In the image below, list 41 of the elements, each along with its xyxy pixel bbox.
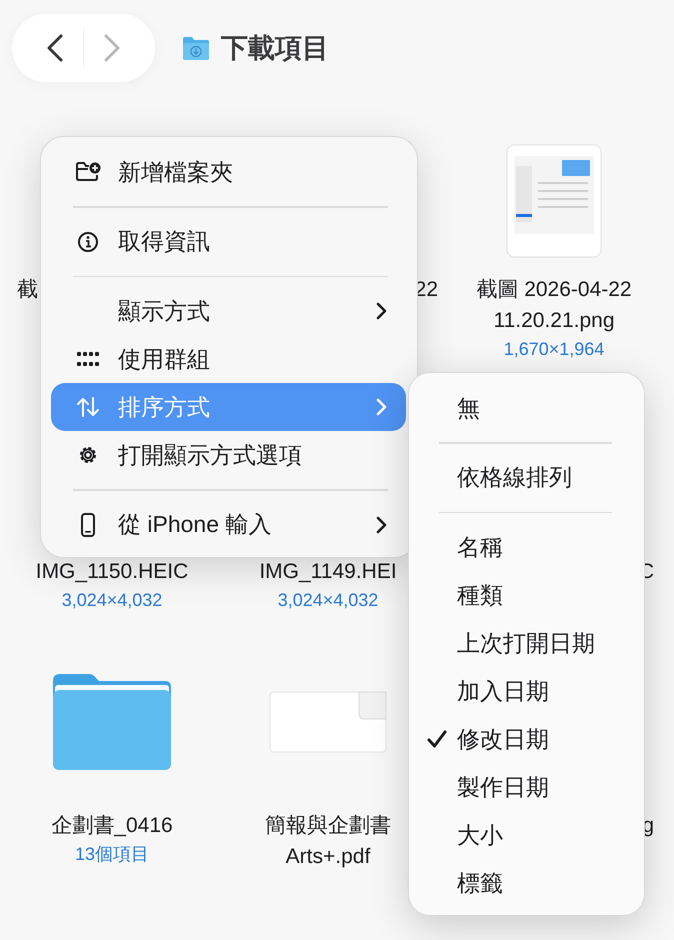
file-name: 截	[17, 277, 38, 303]
menu-item[interactable]: 種類	[409, 571, 644, 619]
file-name: 截圖 2026-04-22	[476, 277, 632, 303]
file-name: IMG_1150.HEIC	[36, 559, 188, 585]
menu-item[interactable]: 製作日期	[409, 763, 644, 811]
settings-icon	[77, 444, 99, 466]
sort-icon	[76, 396, 100, 418]
grid-icon	[76, 349, 100, 369]
menu-item[interactable]: 上次打開日期	[409, 619, 644, 667]
menu-item[interactable]: 無	[409, 384, 644, 432]
info-icon	[77, 230, 99, 252]
file-detail: 3,024×4,032	[278, 589, 378, 612]
folder-title: 下載項目	[221, 32, 329, 65]
menu-item[interactable]: 顯示方式	[51, 287, 406, 335]
menu-item[interactable]: 大小	[409, 811, 644, 859]
menu-item[interactable]: 修改日期	[409, 715, 644, 763]
menu-item[interactable]: 使用群組	[51, 335, 406, 383]
file-detail: 3,024×4,032	[62, 589, 162, 612]
file-detail: 13個項目	[74, 843, 150, 866]
screenshot-thumbnail[interactable]	[506, 144, 602, 258]
menu-item[interactable]: 打開顯示方式選項	[51, 431, 406, 479]
file-name: 11.20.21.png	[493, 308, 615, 334]
menu-item[interactable]: 加入日期	[409, 667, 644, 715]
file-name: Arts+.pdf	[286, 844, 370, 870]
file-name: 簡報與企劃書	[265, 813, 391, 839]
menu-item[interactable]: 從 iPhone 輸入	[51, 500, 406, 548]
back-icon	[45, 33, 65, 63]
menu-item[interactable]: 名稱	[409, 523, 644, 571]
forward-icon	[102, 33, 122, 63]
menu-item[interactable]: 取得資訊	[51, 218, 406, 266]
menu-item[interactable]: 新增檔案夾	[51, 148, 406, 196]
phone-icon	[80, 512, 96, 536]
menu-item[interactable]: 依格線排列	[409, 454, 644, 502]
file-detail: 1,670×1,964	[504, 338, 604, 361]
menu-item[interactable]: 標籤	[409, 859, 644, 907]
file-name: 企劃書_0416	[51, 813, 173, 839]
folder-icon	[181, 35, 211, 61]
folder-icon[interactable]	[51, 673, 173, 771]
file-name: IMG_1149.HEI	[259, 559, 397, 585]
new-folder-icon	[75, 161, 101, 183]
document-thumbnail[interactable]	[269, 691, 387, 753]
